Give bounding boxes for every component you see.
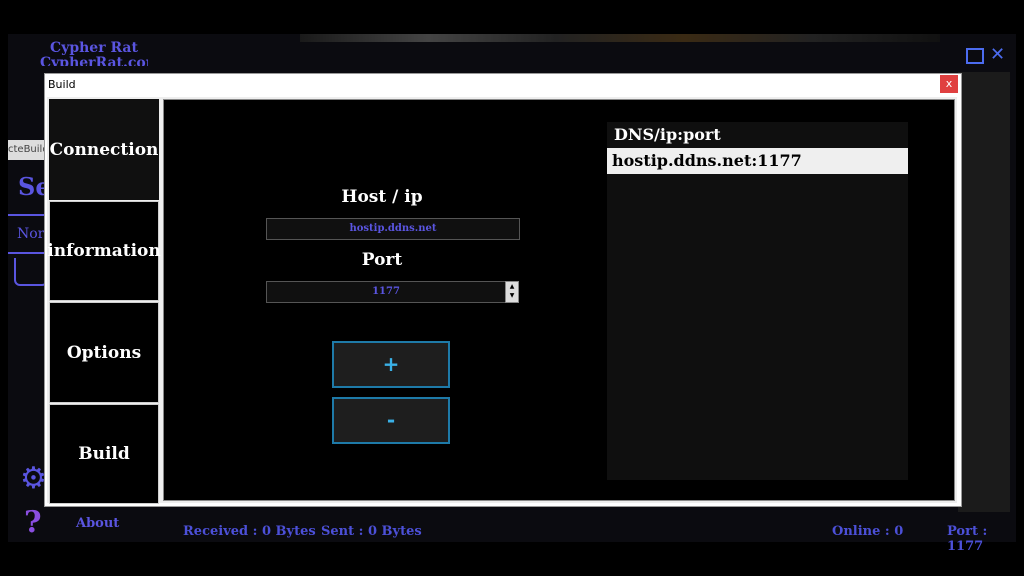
list-item[interactable]: hostip.ddns.net:1177 <box>607 148 908 174</box>
host-input[interactable]: hostip.ddns.net <box>266 218 520 240</box>
status-sent: Sent : 0 Bytes <box>321 524 422 539</box>
dialog-titlebar: Build x <box>45 74 961 94</box>
port-stepper[interactable]: ▲ ▼ <box>505 281 519 303</box>
tab-build[interactable]: Build <box>49 404 159 504</box>
app-name: Cypher Rat <box>50 40 138 56</box>
close-icon[interactable]: ✕ <box>990 44 1005 65</box>
app-site: CypherRat.com <box>40 56 148 66</box>
dialog-body: Connection information Options Build Hos… <box>47 97 957 504</box>
chevron-up-icon[interactable]: ▲ <box>506 282 518 291</box>
remove-button[interactable]: - <box>332 397 450 444</box>
tab-options[interactable]: Options <box>49 302 159 403</box>
dialog-title: Build <box>48 78 76 91</box>
tab-information[interactable]: information <box>47 201 161 301</box>
dns-list[interactable]: DNS/ip:port hostip.ddns.net:1177 <box>607 122 908 480</box>
right-side-panel <box>958 72 1010 512</box>
maximize-icon[interactable] <box>966 48 984 64</box>
dialog-close-button[interactable]: x <box>940 75 958 93</box>
host-label: Host / ip <box>341 187 423 207</box>
status-port: Port : 1177 <box>947 524 988 554</box>
status-online: Online : 0 <box>832 524 904 539</box>
background-input: cteBuild <box>8 140 46 160</box>
tab-connection[interactable]: Connection <box>49 99 159 200</box>
background-decoration <box>14 258 48 286</box>
port-input[interactable]: 1177 <box>266 281 506 303</box>
chevron-down-icon[interactable]: ▼ <box>506 291 518 300</box>
add-button[interactable]: + <box>332 341 450 388</box>
header-banner <box>300 34 940 42</box>
status-received: Received : 0 Bytes <box>183 524 316 539</box>
port-label: Port <box>361 250 403 270</box>
connection-panel: Host / ip hostip.ddns.net Port 1177 ▲ ▼ … <box>163 99 955 501</box>
divider <box>8 214 48 216</box>
divider <box>8 252 48 254</box>
app-title: Cypher Rat CypherRat.com <box>40 40 148 67</box>
help-icon[interactable]: ? <box>24 506 42 540</box>
dns-list-header: DNS/ip:port <box>614 125 721 144</box>
build-dialog: Build x Connection information Options B… <box>44 73 962 507</box>
about-link[interactable]: About <box>76 516 119 531</box>
